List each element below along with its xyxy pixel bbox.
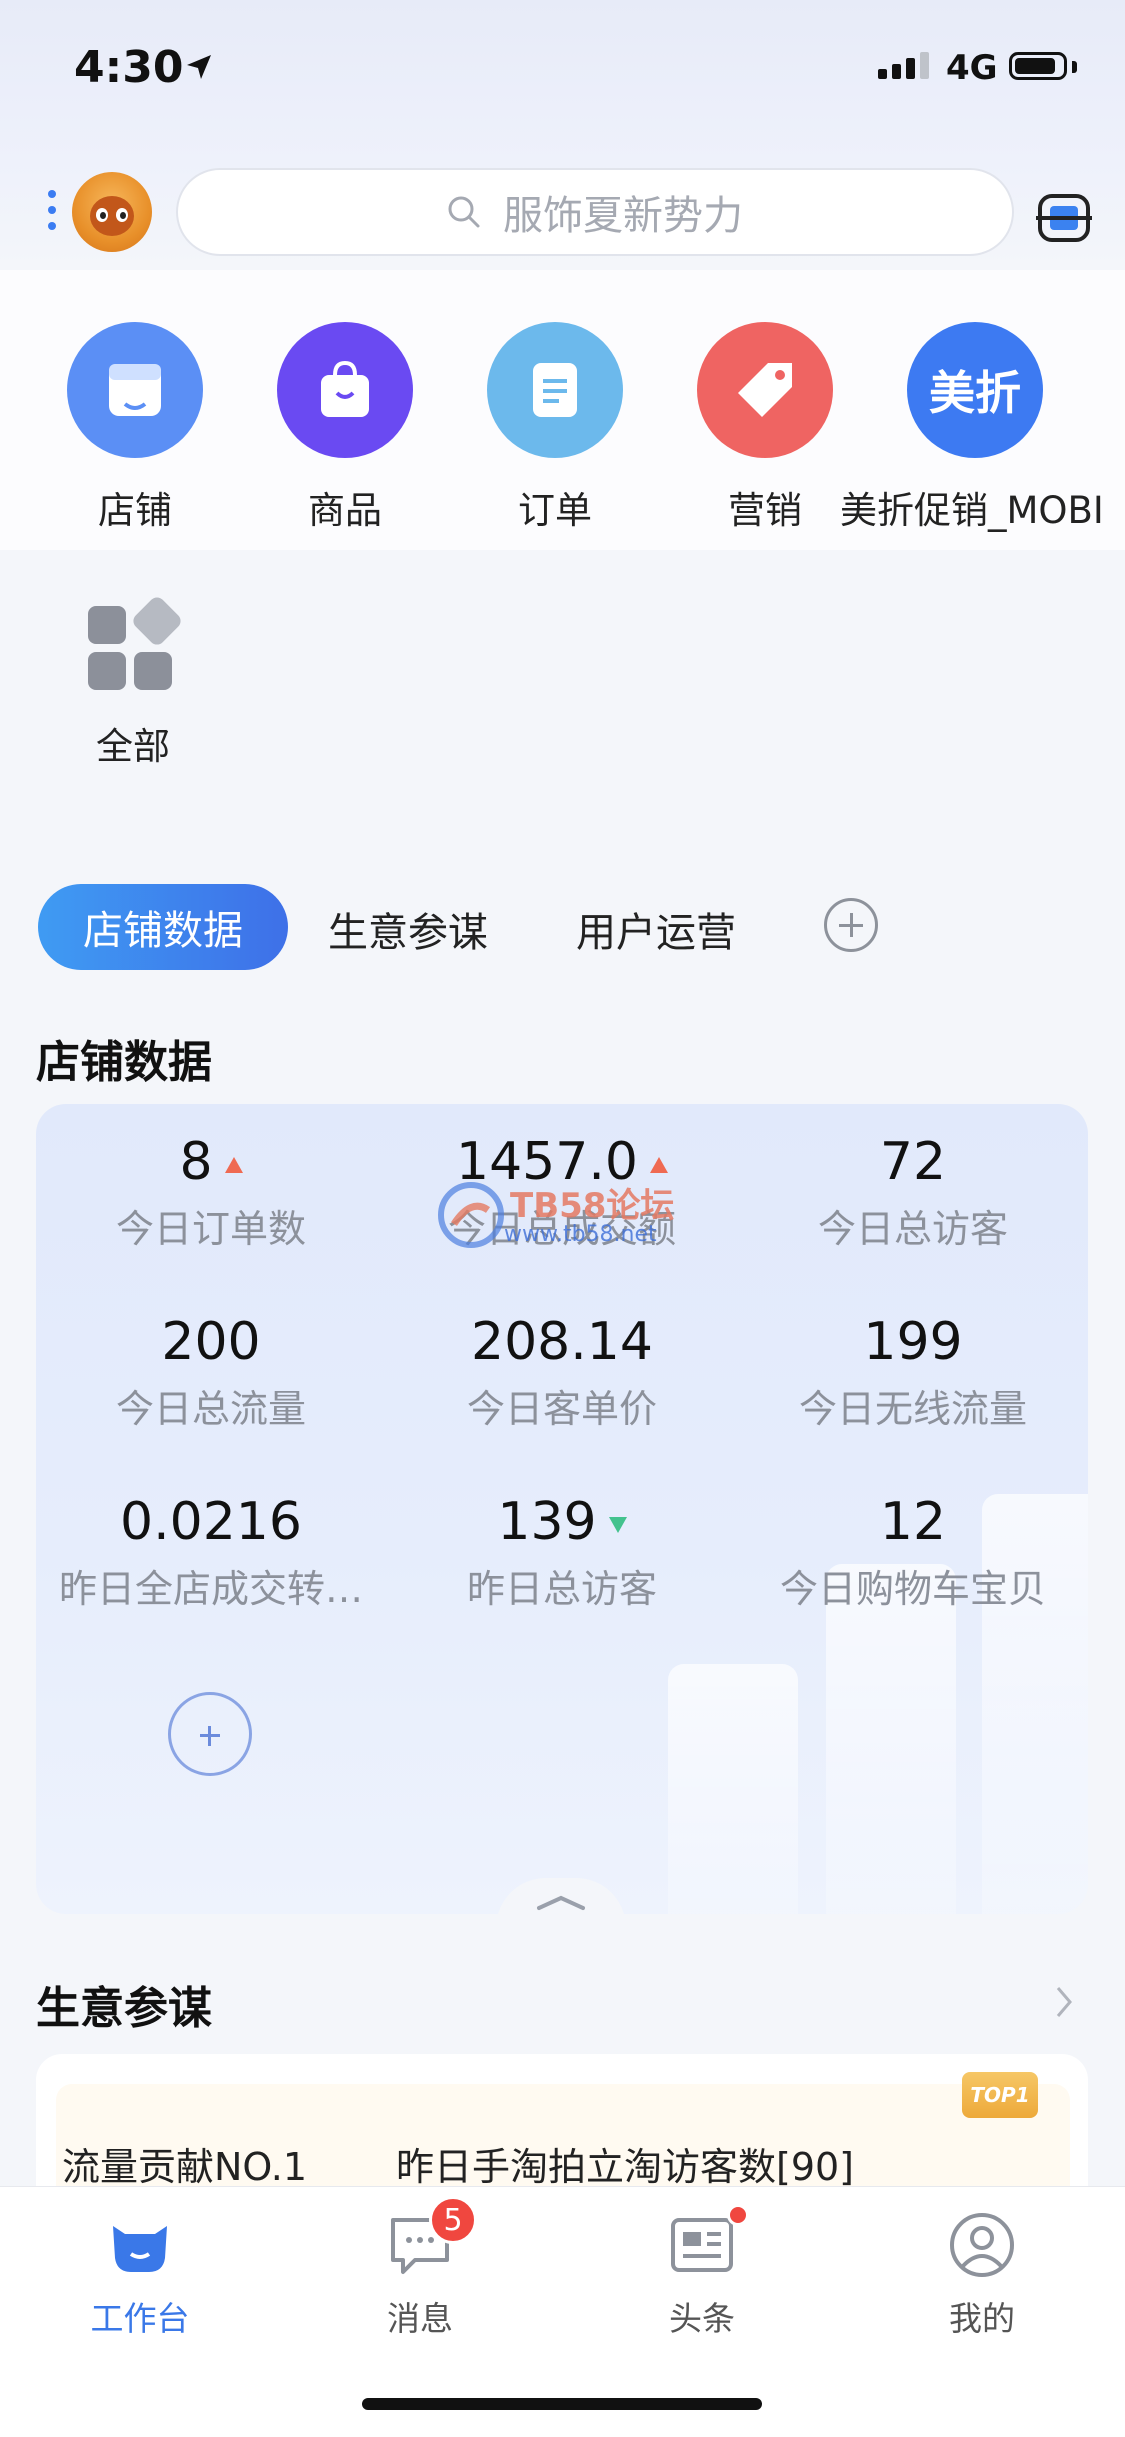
battery-icon (1009, 52, 1067, 80)
metric-cart-items[interactable]: 12 今日购物车宝贝 (738, 1492, 1088, 1613)
trend-down-icon (608, 1517, 627, 1533)
shopping-bag-icon (277, 322, 413, 458)
business-card-desc: 昨日手淘拍立淘访客数[90] (396, 2145, 855, 2189)
quick-nav-label: 美折促销_MOBI (840, 489, 1104, 532)
trend-up-icon (649, 1157, 668, 1173)
user-profile-icon (947, 2210, 1017, 2280)
quick-nav-orders[interactable]: 订单 (450, 322, 660, 534)
grid-icon (88, 594, 184, 690)
quick-nav-label: 店铺 (98, 489, 172, 532)
quick-nav-label: 订单 (518, 489, 592, 532)
notification-dot (727, 2204, 749, 2226)
quick-nav-label: 营销 (728, 489, 802, 532)
metric-yesterday-conversion[interactable]: 0.0216 昨日全店成交转… (36, 1492, 386, 1613)
tag-icon (697, 322, 833, 458)
unread-badge: 5 (429, 2196, 477, 2244)
add-metric-button[interactable] (168, 1692, 252, 1776)
quick-nav-all[interactable]: 全部 (58, 594, 208, 770)
tabbar-me[interactable]: 我的 (892, 2210, 1072, 2340)
signal-icon (878, 52, 934, 79)
network-type: 4G (946, 48, 998, 88)
search-bar[interactable]: 服饰夏新势力 (176, 168, 1014, 256)
watermark-logo (438, 1182, 504, 1248)
add-tab-button[interactable] (824, 898, 878, 952)
location-arrow-icon (187, 55, 211, 79)
tabbar-messages[interactable]: 5 消息 (330, 2196, 510, 2340)
trend-up-icon (224, 1157, 243, 1173)
business-title: 生意参谋 (36, 1983, 212, 2034)
chevron-right-icon[interactable] (1052, 1982, 1076, 2022)
search-icon (448, 196, 480, 228)
message-icon: 5 (385, 2196, 477, 2280)
quick-nav-store[interactable]: 店铺 (30, 322, 240, 534)
quick-nav-goods[interactable]: 商品 (240, 322, 450, 534)
shop-avatar[interactable] (72, 172, 152, 252)
store-data-title: 店铺数据 (36, 1037, 212, 1088)
workbench-icon (105, 2210, 175, 2280)
tabbar-workbench[interactable]: 工作台 (50, 2210, 230, 2340)
tabbar-label: 头条 (669, 2299, 735, 2338)
metric-today-orders[interactable]: 8 今日订单数 (36, 1132, 386, 1253)
metric-yesterday-visitors[interactable]: 139 昨日总访客 (387, 1492, 737, 1613)
search-placeholder: 服饰夏新势力 (503, 193, 743, 239)
chevron-up-icon (537, 1895, 585, 1910)
business-card-title: 流量贡献NO.1 (62, 2145, 308, 2189)
quick-nav-meizhe[interactable]: 美折 美折促销_MOBI (840, 322, 1125, 534)
tab-store-data[interactable]: 店铺数据 (38, 884, 288, 970)
metric-today-visitors[interactable]: 72 今日总访客 (738, 1132, 1088, 1253)
metric-today-mobile-traffic[interactable]: 199 今日无线流量 (738, 1312, 1088, 1433)
tabbar-label: 工作台 (90, 2299, 190, 2338)
tab-user-operations[interactable]: 用户运营 (576, 900, 736, 958)
store-icon (67, 322, 203, 458)
home-indicator (362, 2398, 762, 2410)
meizhe-logo-icon: 美折 (907, 322, 1043, 458)
quick-nav-label: 全部 (96, 725, 170, 768)
watermark-url: www.tb58.net (504, 1222, 657, 1247)
metric-today-aov[interactable]: 208.14 今日客单价 (387, 1312, 737, 1433)
tabbar-label: 消息 (387, 2299, 453, 2338)
tabbar-headlines[interactable]: 头条 (612, 2204, 792, 2340)
newspaper-icon (667, 2204, 749, 2280)
quick-nav-label: 商品 (308, 489, 382, 532)
watermark-text: TB58论坛 (510, 1186, 675, 1226)
scan-icon[interactable] (1036, 190, 1092, 246)
tabbar-label: 我的 (949, 2299, 1015, 2338)
menu-dots-icon[interactable] (48, 190, 60, 238)
collapse-toggle[interactable] (496, 1878, 626, 1928)
metric-today-traffic[interactable]: 200 今日总流量 (36, 1312, 386, 1433)
quick-nav-marketing[interactable]: 营销 (660, 322, 870, 534)
order-doc-icon (487, 322, 623, 458)
tab-business-advisor[interactable]: 生意参谋 (328, 900, 488, 958)
battery-tip (1072, 61, 1077, 73)
top1-badge: TOP1 (962, 2072, 1038, 2118)
status-time: 4:30 (74, 42, 184, 93)
